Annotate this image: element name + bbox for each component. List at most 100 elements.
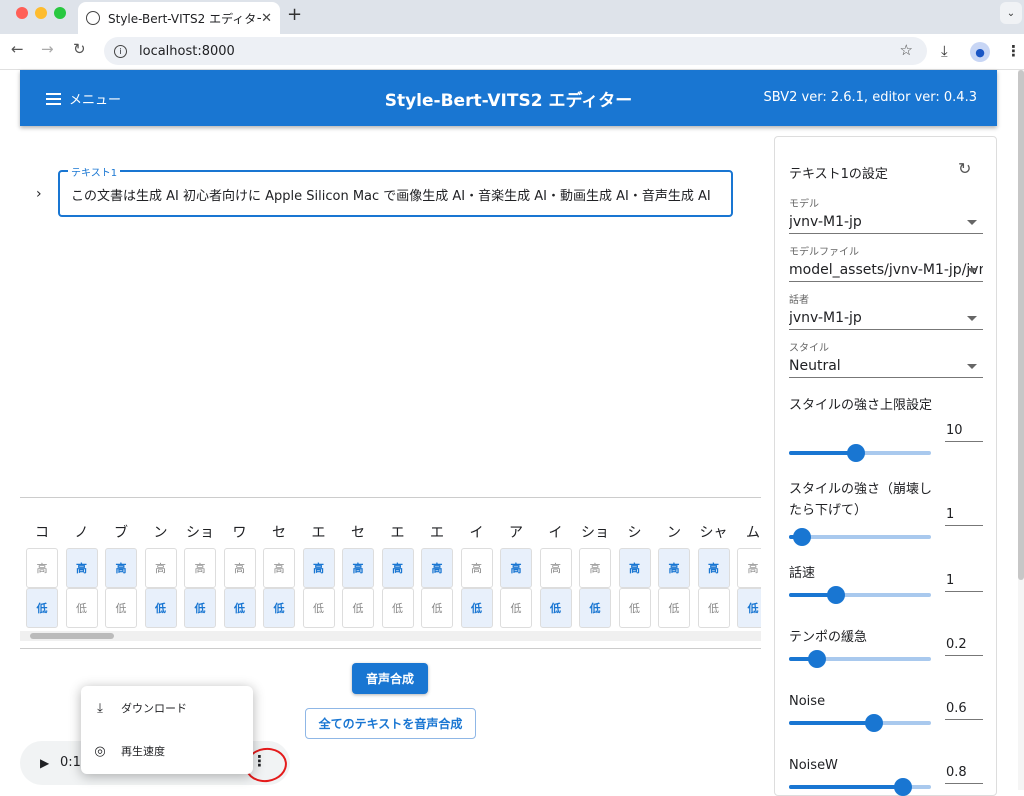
tab-title: Style-Bert-VITS2 エディター — [108, 11, 262, 26]
slider-track[interactable] — [789, 714, 931, 732]
back-arrow-icon[interactable]: ← — [11, 40, 24, 58]
audio-options-menu: ⤓ ダウンロード ◎ 再生速度 — [81, 686, 253, 774]
page-scrollbar[interactable] — [1018, 70, 1024, 790]
accent-high-toggle[interactable]: 高 — [421, 548, 453, 588]
synthesize-all-button[interactable]: 全てのテキストを音声合成 — [305, 708, 476, 739]
slider-track[interactable] — [789, 444, 931, 462]
accent-high-toggle[interactable]: 高 — [263, 548, 295, 588]
slider-thumb[interactable] — [893, 778, 912, 796]
accent-high-toggle[interactable]: 高 — [658, 548, 690, 588]
accent-low-toggle[interactable]: 低 — [500, 588, 532, 628]
accent-low-toggle[interactable]: 低 — [737, 588, 761, 628]
accent-high-toggle[interactable]: 高 — [381, 548, 414, 588]
accent-mora: エ — [311, 525, 326, 541]
slider-value-input[interactable]: 0.8 — [945, 765, 983, 784]
scrollbar-thumb[interactable] — [1018, 70, 1024, 580]
app-header: メニュー Style-Bert-VITS2 エディター SBV2 ver: 2.… — [20, 70, 997, 126]
synthesize-button[interactable]: 音声合成 — [352, 663, 428, 694]
accent-low-toggle[interactable]: 低 — [144, 588, 177, 628]
slider-track[interactable] — [789, 586, 931, 604]
style-value: Neutral — [789, 358, 841, 374]
accent-mora: ン — [153, 525, 168, 541]
reset-icon[interactable]: ↻ — [958, 159, 971, 178]
accent-low-toggle[interactable]: 低 — [65, 588, 98, 628]
slider-value-input[interactable]: 1 — [945, 573, 983, 592]
download-icon[interactable]: ⤓ — [941, 42, 948, 60]
accent-high-toggle[interactable]: 高 — [697, 548, 730, 588]
style-select[interactable]: スタイル Neutral — [789, 339, 983, 378]
accent-mora: ショ — [581, 525, 609, 541]
accent-low-toggle[interactable]: 低 — [342, 588, 374, 628]
dropdown-arrow-icon — [967, 316, 977, 321]
accent-low-toggle[interactable]: 低 — [184, 588, 216, 628]
forward-arrow-icon[interactable]: → — [41, 40, 54, 58]
slider-thumb[interactable] — [846, 444, 865, 462]
accent-high-toggle[interactable]: 高 — [618, 548, 651, 588]
close-window-button[interactable] — [16, 7, 28, 19]
play-icon[interactable]: ▶ — [40, 756, 49, 770]
accent-high-toggle[interactable]: 高 — [302, 548, 335, 588]
accent-horizontal-scrollbar[interactable] — [20, 631, 761, 641]
address-bar[interactable]: i localhost:8000 ☆ — [104, 37, 927, 65]
text-input-value[interactable]: この文書は生成 AI 初心者向けに Apple Silicon Mac で画像生… — [71, 185, 726, 204]
model-select[interactable]: モデル jvnv-M1-jp — [789, 195, 983, 234]
slider-thumb[interactable] — [792, 528, 811, 546]
accent-high-toggle[interactable]: 高 — [342, 548, 374, 588]
accent-low-toggle[interactable]: 低 — [658, 588, 690, 628]
tab-close-icon[interactable]: ✕ — [261, 11, 272, 26]
accent-low-toggle[interactable]: 低 — [539, 588, 572, 628]
slider-track[interactable] — [789, 778, 931, 796]
slider-value-input[interactable]: 1 — [945, 507, 983, 526]
accent-low-toggle[interactable]: 低 — [618, 588, 651, 628]
maximize-window-button[interactable] — [54, 7, 66, 19]
accent-high-toggle[interactable]: 高 — [500, 548, 532, 588]
accent-high-toggle[interactable]: 高 — [223, 548, 256, 588]
scrollbar-thumb[interactable] — [30, 633, 114, 639]
profile-avatar-icon[interactable]: ● — [970, 42, 990, 62]
slider-value-input[interactable]: 10 — [945, 423, 983, 442]
accent-high-toggle[interactable]: 高 — [184, 548, 216, 588]
tab-search-chevron-icon[interactable]: ⌄ — [1000, 2, 1022, 24]
slider-label: NoiseW — [789, 758, 838, 773]
slider-thumb[interactable] — [865, 714, 884, 732]
menu-item-download[interactable]: ⤓ ダウンロード — [93, 698, 187, 718]
model-file-select[interactable]: モデルファイル model_assets/jvnv-M1-jp/jvnv-M1-… — [789, 243, 983, 282]
slider-thumb[interactable] — [808, 650, 827, 668]
settings-panel: テキスト1の設定 ↻ モデル jvnv-M1-jp モデルファイル model_… — [774, 136, 997, 796]
accent-high-toggle[interactable]: 高 — [105, 548, 137, 588]
accent-high-toggle[interactable]: 高 — [26, 548, 58, 588]
accent-low-toggle[interactable]: 低 — [381, 588, 414, 628]
accent-high-toggle[interactable]: 高 — [65, 548, 98, 588]
accent-high-toggle[interactable]: 高 — [460, 548, 493, 588]
accent-low-toggle[interactable]: 低 — [460, 588, 493, 628]
accent-high-toggle[interactable]: 高 — [737, 548, 761, 588]
browser-menu-icon[interactable]: ⋮ — [1006, 42, 1021, 60]
accent-high-toggle[interactable]: 高 — [579, 548, 611, 588]
slider-thumb[interactable] — [826, 586, 845, 604]
browser-tab[interactable]: Style-Bert-VITS2 エディター ✕ — [78, 2, 280, 34]
minimize-window-button[interactable] — [35, 7, 47, 19]
accent-low-toggle[interactable]: 低 — [223, 588, 256, 628]
accent-high-toggle[interactable]: 高 — [539, 548, 572, 588]
accent-low-toggle[interactable]: 低 — [26, 588, 58, 628]
slider-value-input[interactable]: 0.2 — [945, 637, 983, 656]
slider-track[interactable] — [789, 650, 931, 668]
site-info-icon[interactable]: i — [114, 44, 127, 58]
slider-track[interactable] — [789, 528, 931, 546]
accent-low-toggle[interactable]: 低 — [263, 588, 295, 628]
menu-item-playback-speed[interactable]: ◎ 再生速度 — [93, 741, 165, 761]
accent-low-toggle[interactable]: 低 — [105, 588, 137, 628]
accent-low-toggle[interactable]: 低 — [421, 588, 453, 628]
new-tab-button[interactable]: + — [287, 4, 302, 25]
accent-low-toggle[interactable]: 低 — [697, 588, 730, 628]
accent-high-toggle[interactable]: 高 — [144, 548, 177, 588]
chevron-right-icon[interactable]: › — [36, 186, 42, 202]
speaker-select[interactable]: 話者 jvnv-M1-jp — [789, 291, 983, 330]
slider-value-input[interactable]: 0.6 — [945, 701, 983, 720]
accent-low-toggle[interactable]: 低 — [579, 588, 611, 628]
dropdown-arrow-icon — [967, 268, 977, 273]
bookmark-star-icon[interactable]: ☆ — [900, 41, 913, 59]
reload-icon[interactable]: ↻ — [73, 40, 86, 58]
accent-low-toggle[interactable]: 低 — [302, 588, 335, 628]
text-input-1[interactable]: テキスト1 この文書は生成 AI 初心者向けに Apple Silicon Ma… — [58, 164, 733, 217]
